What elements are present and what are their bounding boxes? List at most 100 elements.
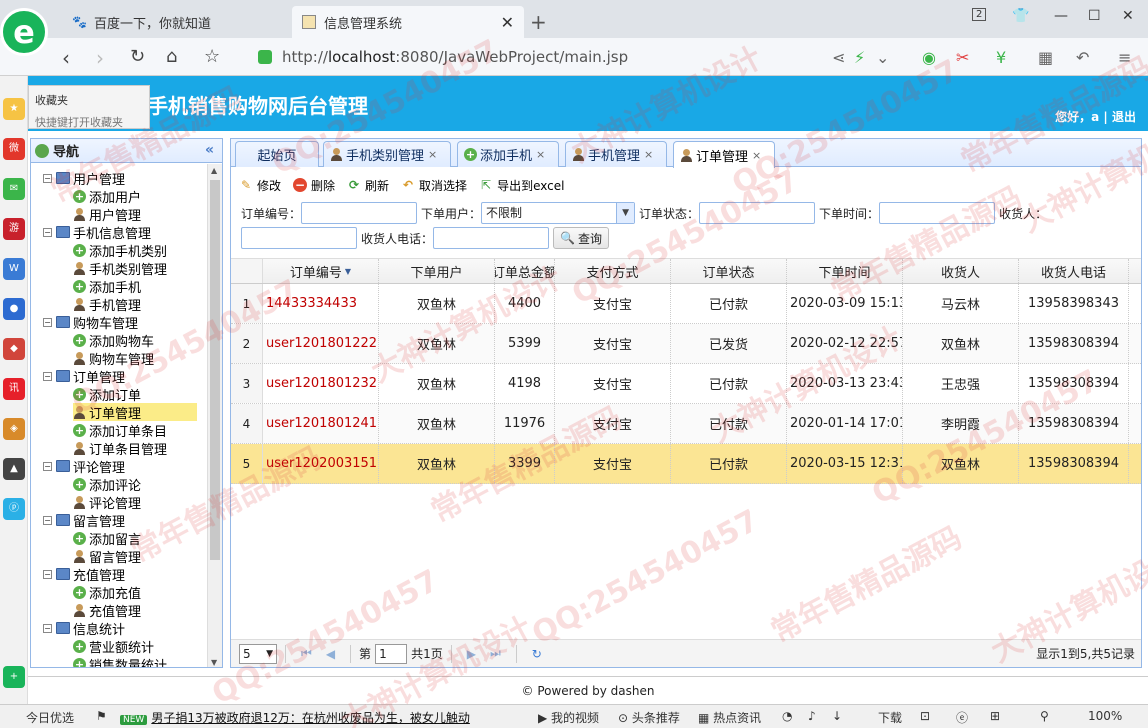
crop-icon[interactable]: ⊡: [920, 709, 930, 723]
nav-group[interactable]: − 手机信息管理: [43, 223, 151, 242]
chevron-down-icon[interactable]: ▼: [616, 203, 635, 223]
column-header[interactable]: 订单状态: [671, 259, 787, 283]
cancel-select-button[interactable]: ↶ 取消选择: [401, 177, 467, 194]
hot-news[interactable]: ▦ 热点资讯: [698, 709, 761, 726]
table-row[interactable]: 3user1201801232323双鱼林4198支付宝已付款2020-03-1…: [231, 364, 1141, 404]
nav-item[interactable]: + 添加手机类别: [73, 241, 197, 260]
close-icon[interactable]: ✕: [501, 13, 514, 32]
undo-icon[interactable]: ↶: [1076, 48, 1089, 67]
column-header[interactable]: 订单编号 ▼: [263, 259, 379, 283]
browser-tab-baidu[interactable]: 🐾 百度一下，你就知道: [62, 6, 288, 38]
nav-scrollbar[interactable]: ▲ ▼: [207, 164, 222, 667]
first-page-icon[interactable]: ⏮: [301, 646, 312, 661]
game2-icon[interactable]: ◆: [3, 338, 25, 360]
tab-count-badge[interactable]: 2: [972, 8, 987, 21]
nav-item[interactable]: 订单管理: [73, 403, 197, 422]
table-row[interactable]: 1 14433334433 双鱼林 4400 支付宝 已付款 2020-03-09 15:1…: [231, 284, 1141, 324]
collapse-minus-icon[interactable]: −: [43, 317, 52, 327]
nav-group[interactable]: − 购物车管理: [43, 313, 138, 332]
zoom-icon[interactable]: ⊞: [990, 709, 1000, 723]
nav-group[interactable]: − 用户管理: [43, 169, 125, 188]
nav-item[interactable]: + 销售数量统计: [73, 655, 197, 667]
collapse-left-icon[interactable]: «: [205, 142, 214, 158]
today-picks[interactable]: 今日优选: [26, 709, 74, 726]
last-page-icon[interactable]: ⏭: [490, 646, 501, 661]
nav-item[interactable]: 评论管理: [73, 493, 197, 512]
minimize-icon[interactable]: —: [1054, 8, 1068, 24]
download-label[interactable]: 下载: [878, 709, 902, 726]
chevron-down-icon[interactable]: ⌄: [876, 48, 889, 67]
collapse-minus-icon[interactable]: −: [43, 371, 52, 381]
apps-icon[interactable]: ▦: [1038, 48, 1053, 67]
user-select[interactable]: 不限制 ▼: [481, 202, 636, 224]
order-state-input[interactable]: [699, 202, 816, 224]
game-icon[interactable]: 游: [3, 218, 25, 240]
export-excel-button[interactable]: ⇱ 导出到excel: [479, 177, 564, 194]
edit-button[interactable]: ✎ 修改: [239, 177, 281, 194]
headlines[interactable]: ⊙ 头条推荐: [618, 709, 680, 726]
reload-icon[interactable]: ↻: [130, 46, 145, 67]
nav-item[interactable]: + 添加订单: [73, 385, 197, 404]
column-header[interactable]: 下单时间: [787, 259, 903, 283]
news-icon[interactable]: 讯: [3, 378, 25, 400]
news-headline[interactable]: 男子捐13万被政府退12万：在杭州收废品为生，被女儿触动: [151, 711, 470, 725]
home-icon[interactable]: ⌂: [166, 46, 177, 67]
nav-group[interactable]: − 评论管理: [43, 457, 125, 476]
menu-icon[interactable]: ≡: [1118, 48, 1131, 67]
doc-icon[interactable]: W: [3, 258, 25, 280]
sound-icon[interactable]: ♪: [808, 709, 816, 723]
receiver-phone-input[interactable]: [433, 227, 550, 249]
scissors-icon[interactable]: ✂: [956, 48, 969, 67]
page-number-input[interactable]: 1: [375, 643, 408, 664]
game3-icon[interactable]: ◈: [3, 418, 25, 440]
nav-item[interactable]: 手机类别管理: [73, 259, 197, 278]
column-header[interactable]: 收货人电话: [1019, 259, 1129, 283]
collapse-minus-icon[interactable]: −: [43, 227, 52, 237]
reload-page-icon[interactable]: ↻: [532, 647, 542, 661]
column-header[interactable]: 支付方式: [555, 259, 671, 283]
collapse-minus-icon[interactable]: −: [43, 461, 52, 471]
my-video[interactable]: ▶ 我的视频: [538, 709, 599, 726]
weibo-icon[interactable]: 微: [3, 138, 25, 160]
nav-group[interactable]: − 充值管理: [43, 565, 125, 584]
browser-logo-icon[interactable]: e: [0, 8, 48, 56]
collapse-minus-icon[interactable]: −: [43, 173, 52, 183]
column-header[interactable]: 订单总金额: [495, 259, 555, 283]
close-tab-icon[interactable]: ×: [428, 148, 437, 161]
window-close-icon[interactable]: ✕: [1122, 8, 1134, 24]
collapse-minus-icon[interactable]: −: [43, 515, 52, 525]
page-tab[interactable]: 订单管理 ×: [673, 141, 775, 168]
collapse-minus-icon[interactable]: −: [43, 623, 52, 633]
refresh-button[interactable]: ⟳ 刷新: [347, 177, 389, 194]
table-row[interactable]: 2user1201801222223双鱼林5399支付宝已发货2020-02-1…: [231, 324, 1141, 364]
nav-item[interactable]: + 添加留言: [73, 529, 197, 548]
nav-item[interactable]: 用户管理: [73, 205, 197, 224]
page-tab[interactable]: 手机管理 ×: [565, 141, 667, 167]
nav-item[interactable]: 订单条目管理: [73, 439, 197, 458]
scroll-down-icon[interactable]: ▼: [211, 658, 217, 667]
prev-page-icon[interactable]: ◀: [326, 647, 335, 661]
table-row[interactable]: 4user1201801241717双鱼林11976支付宝已付款2020-01-…: [231, 404, 1141, 444]
table-row[interactable]: 5user1202003151212双鱼林3399支付宝已付款2020-03-1…: [231, 444, 1141, 484]
star-icon[interactable]: ☆: [204, 46, 220, 67]
app-icon[interactable]: ⓟ: [3, 498, 25, 520]
nav-group[interactable]: − 订单管理: [43, 367, 125, 386]
mail-icon[interactable]: ✉: [3, 178, 25, 200]
back-icon[interactable]: ‹: [62, 46, 70, 70]
column-header[interactable]: 下单用户: [379, 259, 495, 283]
favorites-star-icon[interactable]: ★: [3, 98, 25, 120]
ie-icon[interactable]: ⓔ: [956, 709, 968, 726]
download-icon[interactable]: ↓: [832, 709, 842, 723]
page-tab[interactable]: 手机类别管理 ×: [323, 141, 451, 167]
order-no-input[interactable]: [301, 202, 418, 224]
nav-item[interactable]: + 添加用户: [73, 187, 197, 206]
user-greeting-logout[interactable]: 您好，a | 退出: [1055, 108, 1136, 125]
receiver-input[interactable]: [241, 227, 357, 249]
chat-icon[interactable]: ●: [3, 298, 25, 320]
scroll-up-icon[interactable]: ▲: [211, 166, 217, 175]
scrollbar-thumb[interactable]: [210, 180, 220, 560]
speed-icon[interactable]: ◔: [782, 709, 792, 723]
forward-icon[interactable]: ›: [96, 46, 104, 70]
lightning-icon[interactable]: ⚡: [854, 48, 865, 67]
collapse-minus-icon[interactable]: −: [43, 569, 52, 579]
